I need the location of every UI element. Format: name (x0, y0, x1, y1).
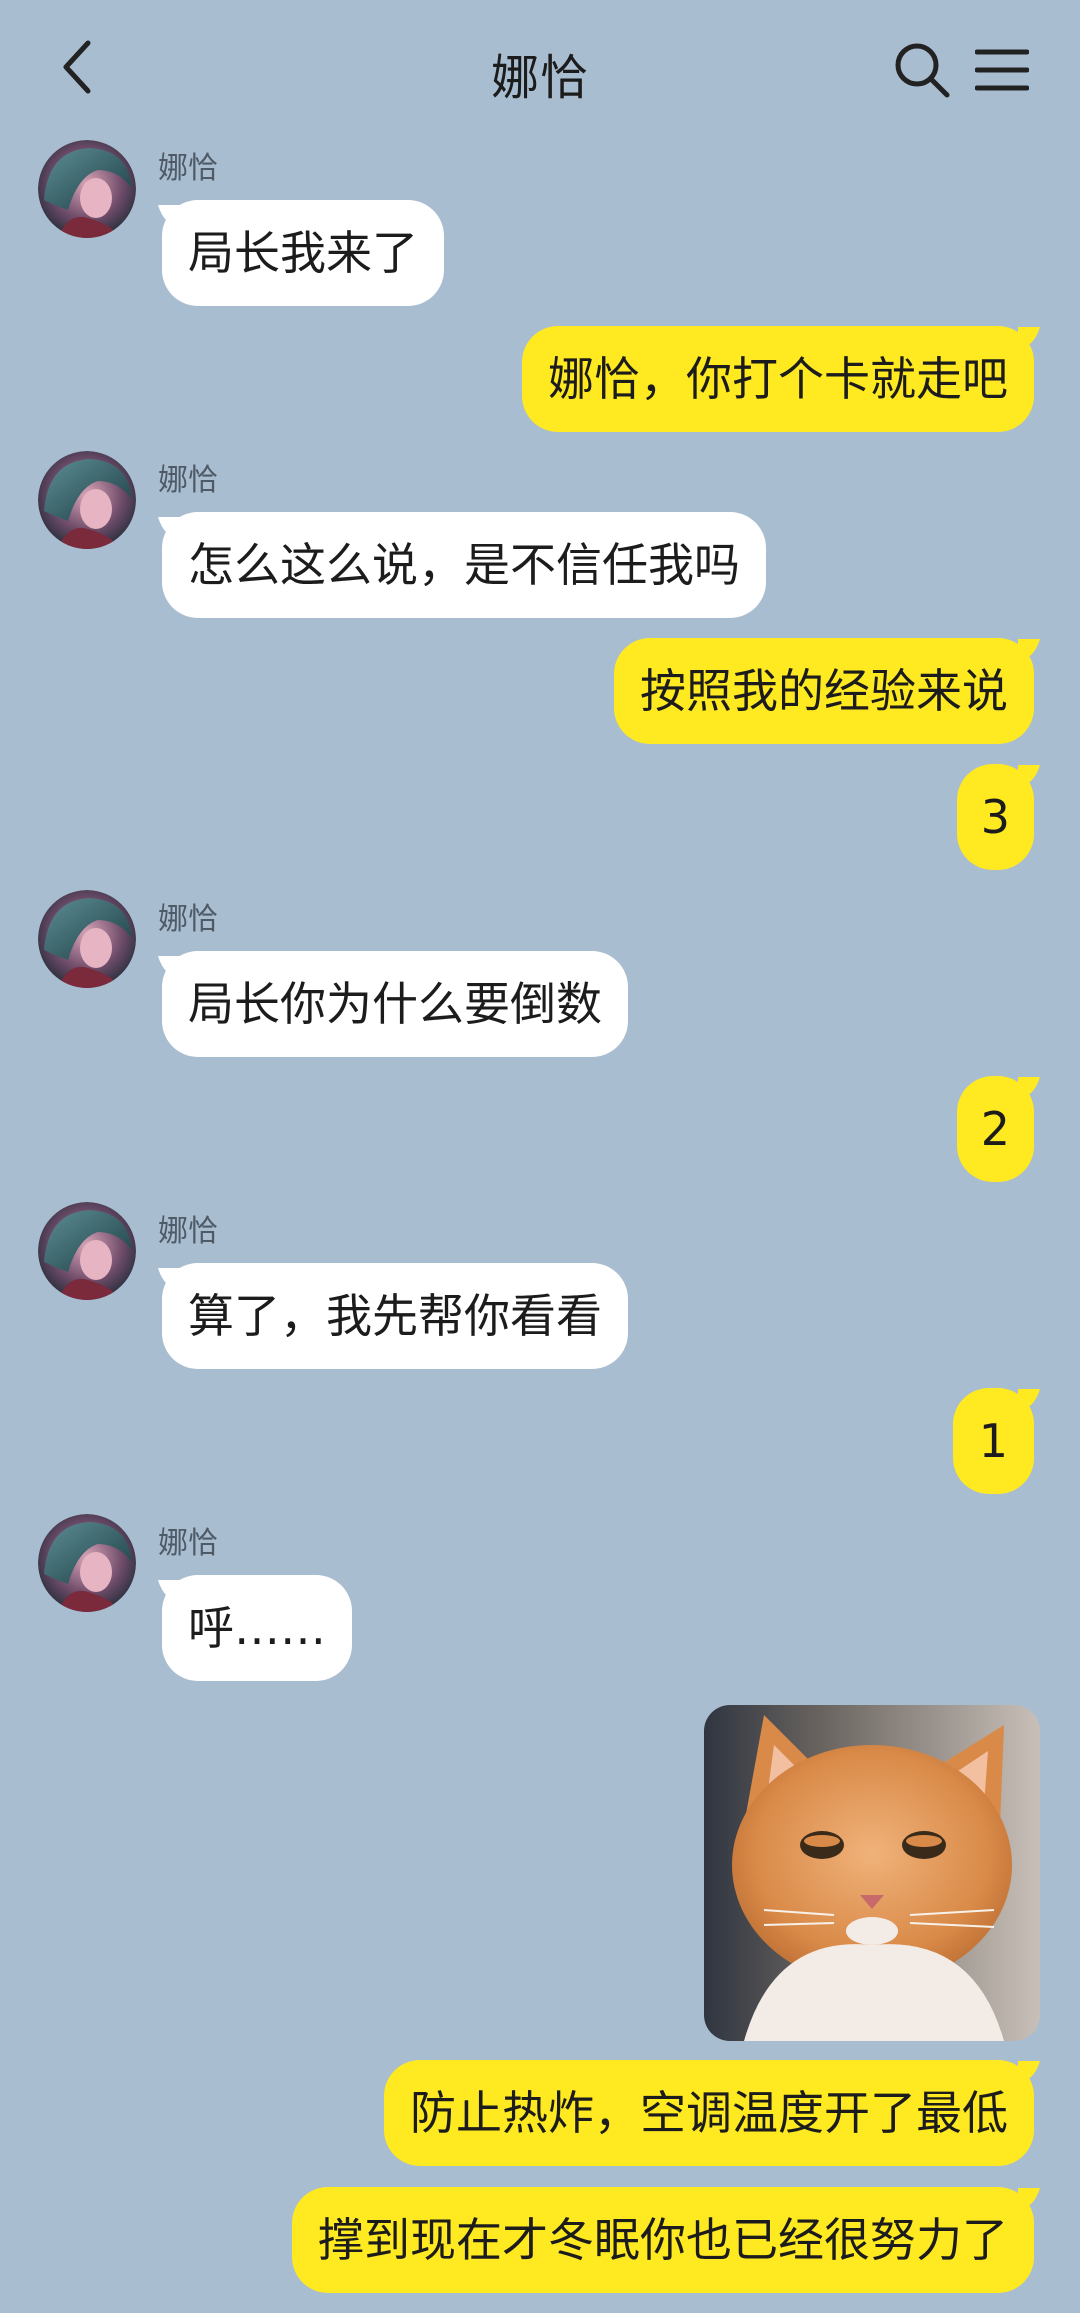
message-bubble-incoming[interactable]: 怎么这么说，是不信任我吗 (162, 512, 766, 618)
chat-header: 娜恰 (0, 0, 1080, 140)
message-bubble-incoming[interactable]: 算了，我先帮你看看 (162, 1263, 628, 1369)
avatar-image (38, 1514, 136, 1612)
search-button[interactable] (890, 38, 954, 102)
message-bubble-outgoing[interactable]: 撑到现在才冬眠你也已经很努力了 (292, 2187, 1034, 2293)
cat-photo-message[interactable] (704, 1705, 1040, 2041)
message-bubble-outgoing[interactable]: 防止热炸，空调温度开了最低 (384, 2060, 1034, 2166)
avatar[interactable] (38, 1202, 136, 1300)
message-bubble-outgoing[interactable]: 2 (956, 1076, 1034, 1182)
sender-name: 娜恰 (158, 151, 218, 186)
message-bubble-outgoing[interactable]: 按照我的经验来说 (614, 638, 1034, 744)
avatar[interactable] (38, 890, 136, 988)
message-bubble-outgoing[interactable]: 3 (956, 764, 1034, 870)
avatar-image (38, 451, 136, 549)
avatar[interactable] (38, 140, 136, 238)
message-bubble-outgoing[interactable]: 1 (952, 1388, 1034, 1494)
sender-name: 娜恰 (158, 463, 218, 498)
sender-name: 娜恰 (158, 1526, 218, 1561)
avatar-image (38, 890, 136, 988)
menu-button[interactable] (970, 38, 1034, 102)
avatar-image (38, 140, 136, 238)
sender-name: 娜恰 (158, 902, 218, 937)
cat-photo-icon (704, 1705, 1040, 2041)
search-icon (895, 43, 950, 98)
sender-name: 娜恰 (158, 1214, 218, 1249)
avatar-image (38, 1202, 136, 1300)
menu-icon (975, 49, 1029, 91)
avatar[interactable] (38, 451, 136, 549)
message-bubble-incoming[interactable]: 呼…… (162, 1575, 352, 1681)
avatar[interactable] (38, 1514, 136, 1612)
message-bubble-outgoing[interactable]: 娜恰，你打个卡就走吧 (522, 326, 1034, 432)
message-bubble-incoming[interactable]: 局长我来了 (162, 200, 444, 306)
message-bubble-incoming[interactable]: 局长你为什么要倒数 (162, 951, 628, 1057)
